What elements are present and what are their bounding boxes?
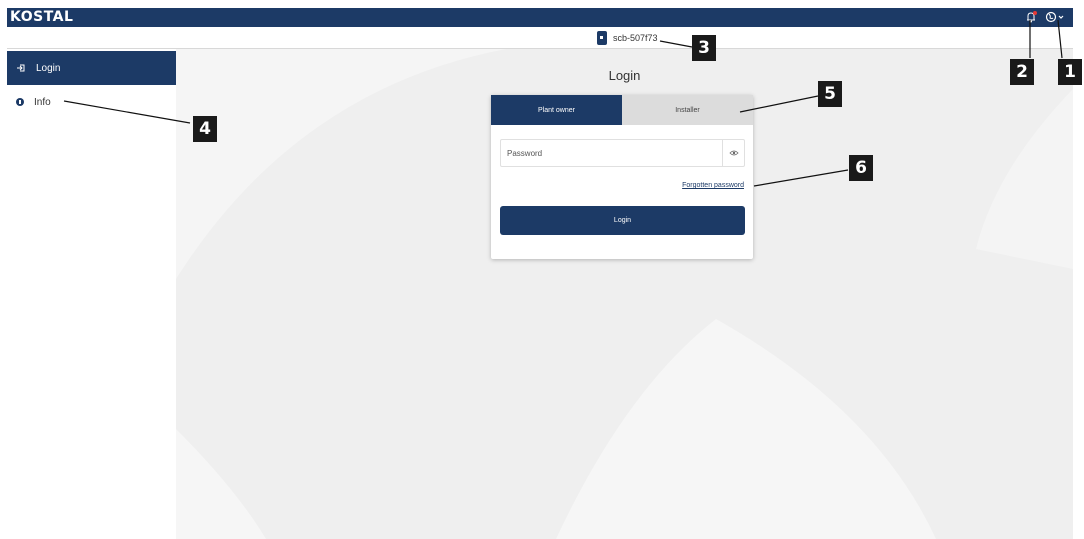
info-icon [16, 98, 24, 106]
login-card: Plant owner Installer Forgotten password… [491, 95, 753, 259]
device-selector[interactable]: scb-507f73 [597, 30, 658, 46]
bell-icon[interactable] [1024, 10, 1038, 24]
inverter-icon [597, 31, 607, 45]
callout-2: 2 [1010, 59, 1034, 85]
tab-installer[interactable]: Installer [622, 95, 753, 125]
login-tabs: Plant owner Installer [491, 95, 753, 125]
login-button[interactable]: Login [500, 206, 745, 235]
callout-5: 5 [818, 81, 842, 107]
callout-3: 3 [692, 35, 716, 61]
show-password-button[interactable] [722, 140, 744, 166]
tab-plant-owner[interactable]: Plant owner [491, 95, 622, 125]
sidebar-item-login[interactable]: Login [7, 51, 176, 85]
login-icon [17, 64, 25, 72]
top-bar: KOSTAL [7, 8, 1073, 27]
device-name: scb-507f73 [613, 33, 658, 43]
main-content: Login Plant owner Installer Forgotten pa… [176, 49, 1073, 539]
forgotten-password-link[interactable]: Forgotten password [682, 182, 744, 189]
sidebar-item-info[interactable]: Info [7, 85, 176, 119]
eye-icon [728, 150, 739, 156]
password-field [500, 139, 745, 167]
sidebar: Login Info [7, 49, 176, 539]
login-title: Login [608, 68, 641, 83]
globe-icon[interactable] [1044, 10, 1066, 24]
password-input[interactable] [501, 140, 723, 166]
kostal-logo: KOSTAL [10, 9, 74, 25]
callout-6: 6 [849, 155, 873, 181]
callout-1: 1 [1058, 59, 1082, 85]
sidebar-item-label: Info [34, 96, 51, 108]
callout-4: 4 [193, 116, 217, 142]
sidebar-item-label: Login [36, 62, 61, 74]
device-bar: scb-507f73 [7, 27, 1073, 49]
